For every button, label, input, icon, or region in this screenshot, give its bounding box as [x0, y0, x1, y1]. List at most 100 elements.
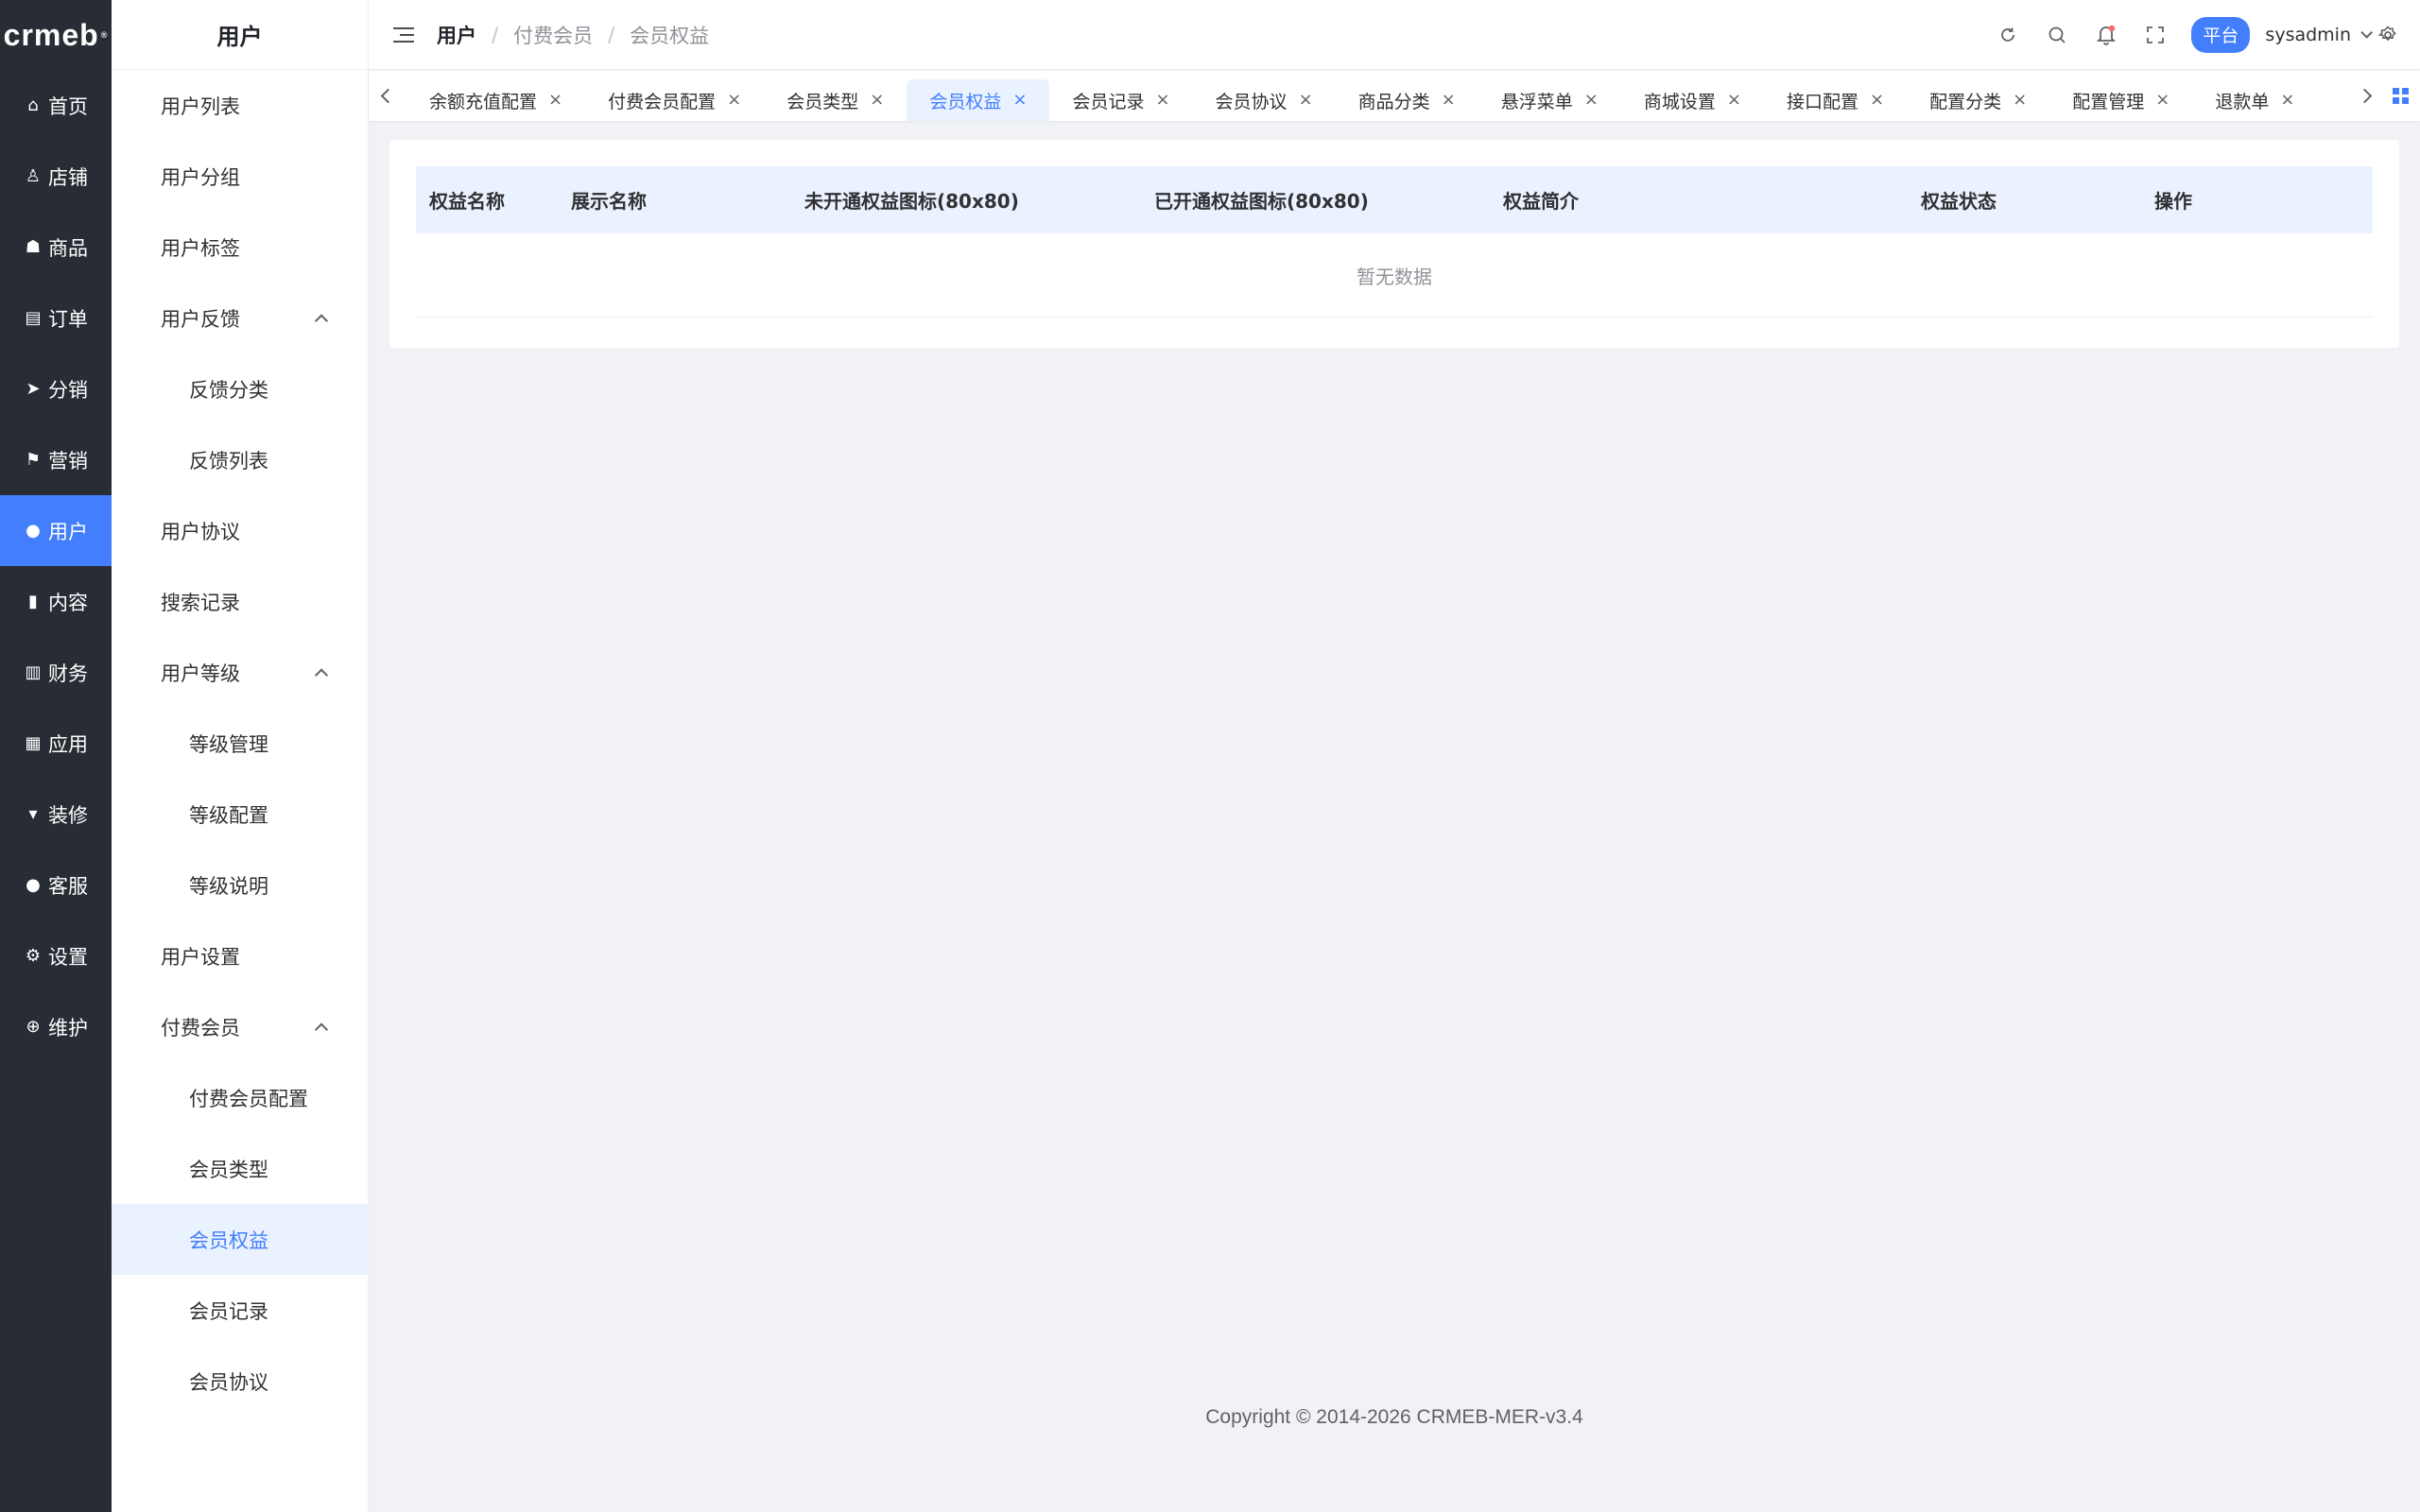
close-icon[interactable]: ×	[2155, 92, 2169, 109]
tabs-list: 余额充值配置 × 付费会员配置 × 会员类型 × 会员权益 × 会员记录 × 会员协议 × 商品分类 × 悬…	[406, 71, 2345, 121]
tab-label: 商品分类	[1357, 91, 1430, 112]
rail-item-4[interactable]: ➤ 分销	[0, 353, 112, 424]
close-icon[interactable]: ×	[548, 92, 562, 109]
tab-7[interactable]: 悬浮菜单 ×	[1478, 79, 1621, 121]
submenu-item-17[interactable]: 会员记录	[112, 1275, 368, 1346]
tab-12[interactable]: 退款单 ×	[2192, 79, 2317, 121]
close-icon[interactable]: ×	[727, 92, 741, 109]
rail-item-label: 装修	[48, 803, 88, 827]
rail-item-12[interactable]: ⚙ 设置	[0, 920, 112, 991]
tab-11[interactable]: 配置管理 ×	[2049, 79, 2192, 121]
submenu-item-7[interactable]: 搜索记录	[112, 566, 368, 637]
submenu-item-4[interactable]: 反馈分类	[112, 353, 368, 424]
tab-3[interactable]: 会员权益 ×	[907, 79, 1050, 121]
submenu-item-16[interactable]: 会员权益	[112, 1204, 368, 1275]
tab-9[interactable]: 接口配置 ×	[1764, 79, 1907, 121]
submenu-item-5[interactable]: 反馈列表	[112, 424, 368, 495]
bell-icon[interactable]	[2082, 10, 2131, 60]
submenu-item-label: 等级配置	[189, 803, 268, 827]
submenu-item-label: 会员协议	[189, 1370, 268, 1394]
submenu-item-label: 搜索记录	[161, 591, 240, 614]
submenu-item-1[interactable]: 用户分组	[112, 141, 368, 212]
rail-item-11[interactable]: ● 客服	[0, 850, 112, 920]
tab-2[interactable]: 会员类型 ×	[764, 79, 907, 121]
rail-item-0[interactable]: ⌂ 首页	[0, 70, 112, 141]
rail-item-1[interactable]: ♙ 店铺	[0, 141, 112, 212]
rail-item-8[interactable]: ▥ 财务	[0, 637, 112, 708]
rail-item-label: 商品	[48, 236, 88, 260]
tabs-scroll-left-button[interactable]	[369, 71, 406, 121]
close-icon[interactable]: ×	[1155, 92, 1169, 109]
tab-label: 配置管理	[2072, 91, 2145, 112]
tab-8[interactable]: 商城设置 ×	[1621, 79, 1764, 121]
submenu-item-10[interactable]: 等级配置	[112, 779, 368, 850]
refresh-icon[interactable]	[1983, 10, 2032, 60]
tab-0[interactable]: 余额充值配置 ×	[406, 79, 585, 121]
close-icon[interactable]: ×	[2280, 92, 2294, 109]
submenu-item-label: 用户协议	[161, 520, 240, 543]
tab-5[interactable]: 会员协议 ×	[1193, 79, 1336, 121]
breadcrumb-item-paid-member[interactable]: 付费会员	[513, 21, 593, 49]
submenu-item-11[interactable]: 等级说明	[112, 850, 368, 920]
submenu-item-13[interactable]: 付费会员	[112, 991, 368, 1062]
submenu-item-14[interactable]: 付费会员配置	[112, 1062, 368, 1133]
user-dropdown[interactable]: sysadmin	[2265, 25, 2373, 45]
rail-item-label: 用户	[48, 520, 88, 543]
tab-10[interactable]: 配置分类 ×	[1907, 79, 2049, 121]
close-icon[interactable]: ×	[870, 92, 884, 109]
submenu-title: 用户	[112, 0, 368, 70]
rail-item-5[interactable]: ⚑ 营销	[0, 424, 112, 495]
submenu-item-18[interactable]: 会员协议	[112, 1346, 368, 1417]
rail-item-3[interactable]: ▤ 订单	[0, 283, 112, 353]
breadcrumb-item-user[interactable]: 用户	[437, 21, 476, 49]
platform-button[interactable]: 平台	[2191, 16, 2251, 53]
fullscreen-icon[interactable]	[2131, 10, 2180, 60]
rail-item-9[interactable]: ▦ 应用	[0, 708, 112, 779]
submenu-item-3[interactable]: 用户反馈	[112, 283, 368, 353]
rail-item-10[interactable]: ▾ 装修	[0, 779, 112, 850]
close-icon[interactable]: ×	[1442, 92, 1456, 109]
submenu-item-6[interactable]: 用户协议	[112, 495, 368, 566]
bar-chart-icon: ▥	[25, 662, 42, 682]
tab-1[interactable]: 付费会员配置 ×	[585, 79, 764, 121]
tab-4[interactable]: 会员记录 ×	[1049, 79, 1192, 121]
submenu-item-15[interactable]: 会员类型	[112, 1133, 368, 1204]
empty-table-message: 暂无数据	[416, 233, 2373, 318]
flag-icon: ⚑	[25, 449, 42, 470]
rail-item-13[interactable]: ⊕ 维护	[0, 991, 112, 1062]
collapse-menu-icon[interactable]	[393, 26, 414, 43]
submenu-item-8[interactable]: 用户等级	[112, 637, 368, 708]
tabs-scroll-right-button[interactable]	[2345, 71, 2383, 121]
submenu-item-label: 等级管理	[189, 732, 268, 756]
close-icon[interactable]: ×	[1299, 92, 1313, 109]
submenu-item-9[interactable]: 等级管理	[112, 708, 368, 779]
rail-item-7[interactable]: ▮ 内容	[0, 566, 112, 637]
chevron-up-icon	[314, 313, 329, 328]
tab-label: 悬浮菜单	[1500, 91, 1573, 112]
tab-label: 会员权益	[929, 91, 1002, 112]
rail-item-label: 客服	[48, 874, 88, 898]
submenu-item-label: 会员权益	[189, 1228, 268, 1252]
submenu-item-2[interactable]: 用户标签	[112, 212, 368, 283]
close-icon[interactable]: ×	[2013, 92, 2027, 109]
rail-item-label: 店铺	[48, 165, 88, 189]
tabs-menu-grid-icon[interactable]	[2393, 88, 2409, 104]
rail-item-2[interactable]: ☗ 商品	[0, 212, 112, 283]
registered-mark: ®	[100, 30, 109, 40]
settings-gear-icon[interactable]	[2369, 10, 2407, 60]
search-icon[interactable]	[2032, 10, 2082, 60]
submenu-item-12[interactable]: 用户设置	[112, 920, 368, 991]
submenu-item-0[interactable]: 用户列表	[112, 70, 368, 141]
crmeb-logo[interactable]: crmeb ®	[0, 0, 112, 70]
rail-item-6[interactable]: ● 用户	[0, 495, 112, 566]
rail-item-label: 维护	[48, 1016, 88, 1040]
close-icon[interactable]: ×	[1870, 92, 1884, 109]
tab-label: 会员记录	[1072, 91, 1145, 112]
brush-icon: ▾	[28, 803, 38, 824]
tab-label: 接口配置	[1786, 91, 1858, 112]
close-icon[interactable]: ×	[1584, 92, 1599, 109]
close-icon[interactable]: ×	[1012, 92, 1027, 109]
close-icon[interactable]: ×	[1727, 92, 1741, 109]
tab-6[interactable]: 商品分类 ×	[1336, 79, 1478, 121]
support-user-icon: ●	[26, 874, 41, 895]
